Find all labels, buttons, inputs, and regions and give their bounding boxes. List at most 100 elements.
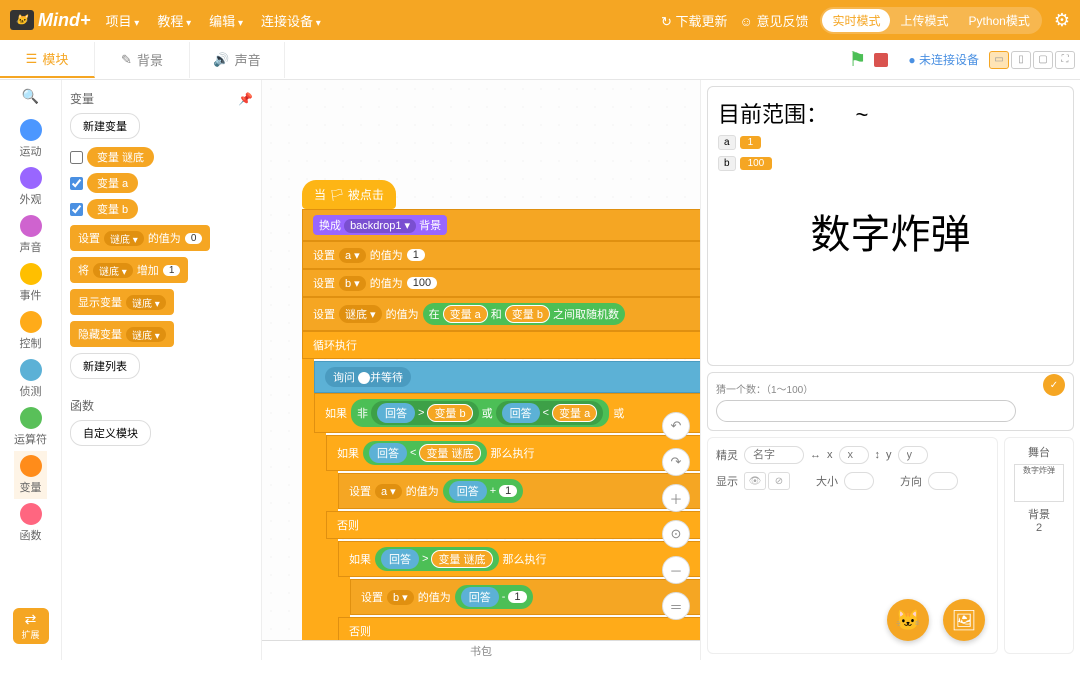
category-rail: 🔍 运动外观声音事件控制侦测运算符变量函数 ⇄扩展	[0, 80, 62, 660]
sprite-x-input[interactable]	[839, 446, 869, 464]
block-switch-backdrop1[interactable]: 换成 backdrop1 ▾ 背景	[302, 209, 700, 241]
feedback-link[interactable]: 意见反馈	[740, 11, 809, 30]
menu-project[interactable]: 项目	[106, 11, 140, 30]
block-set-b-answer[interactable]: 设置b ▾的值为回答 - 1	[350, 579, 700, 615]
stage-preview: 目前范围： ~ a1 b100 数字炸弹	[707, 86, 1074, 366]
category-运算符[interactable]: 运算符	[14, 403, 47, 451]
download-link[interactable]: 下载更新	[661, 11, 728, 30]
zoom-in-icon[interactable]: ＋	[662, 484, 690, 512]
script-stack[interactable]: 当 🏳 被点击 换成 backdrop1 ▾ 背景 设置a ▾的值为1 设置b …	[302, 180, 700, 660]
logo: 🐱Mind+	[10, 10, 91, 31]
undo-icon[interactable]: ↶	[662, 412, 690, 440]
view-hide[interactable]: ▢	[1033, 51, 1053, 69]
stage-var-b: b100	[718, 156, 1063, 171]
category-侦测[interactable]: 侦测	[14, 355, 47, 403]
add-sprite-icon[interactable]: 🐱	[887, 599, 929, 641]
category-声音[interactable]: 声音	[14, 211, 47, 259]
block-forever[interactable]: 循环执行	[302, 331, 700, 359]
block-set-a-1[interactable]: 设置a ▾的值为1	[302, 241, 700, 269]
connection-status: 未连接设备	[908, 51, 979, 68]
var-check-a[interactable]: 变量 a	[70, 173, 253, 193]
script-canvas[interactable]: 当 🏳 被点击 换成 backdrop1 ▾ 背景 设置a ▾的值为1 设置b …	[262, 80, 700, 660]
block-else1[interactable]: 否则	[326, 511, 700, 539]
block-change-var[interactable]: 将谜底 ▾增加1	[70, 257, 188, 283]
right-panel: 目前范围： ~ a1 b100 数字炸弹 猜一个数：（1～100） ✓ 精灵 ↔…	[700, 80, 1080, 660]
green-flag-icon[interactable]: ⚑	[848, 47, 866, 72]
palette-header-vars: 变量 📌	[70, 90, 253, 107]
sound-icon: 🔊	[213, 52, 229, 68]
brush-icon: ✎	[121, 52, 132, 68]
sprite-panel: 精灵 ↔x ↕y 显示 👁⊘ 大小 方向 🐱 🖼 舞台 数字炸弹 背	[707, 437, 1074, 654]
run-controls: ⚑	[848, 47, 888, 72]
logo-icon: 🐱	[10, 10, 34, 30]
search-icon[interactable]: 🔍	[22, 88, 39, 105]
stage-var-a: a1	[718, 135, 1063, 150]
menu-edit[interactable]: 编辑	[209, 11, 243, 30]
hide-sprite-icon[interactable]: ⊘	[768, 472, 790, 490]
redo-icon[interactable]: ↷	[662, 448, 690, 476]
ask-prompt-box: 猜一个数：（1～100） ✓	[707, 372, 1074, 431]
block-if-not-range[interactable]: 如果非 回答 > 变量 b 或 回答 < 变量 a 或	[314, 393, 700, 433]
block-set-b-100[interactable]: 设置b ▾的值为100	[302, 269, 700, 297]
mode-switch: 实时模式 上传模式 Python模式	[820, 7, 1041, 34]
settings-icon[interactable]: ⚙	[1054, 10, 1070, 31]
zoom-reset-icon[interactable]: ⊙	[662, 520, 690, 548]
sprite-name-input[interactable]	[744, 446, 804, 464]
mode-realtime[interactable]: 实时模式	[822, 9, 890, 32]
block-if-lt-midi[interactable]: 如果回答 < 变量 谜底那么执行	[326, 435, 700, 471]
view-fullscreen[interactable]: ⛶	[1055, 51, 1075, 69]
view-large[interactable]: ▯	[1011, 51, 1031, 69]
var-check-midi[interactable]: 变量 谜底	[70, 147, 253, 167]
palette-header-func: 函数	[70, 397, 253, 414]
new-list-button[interactable]: 新建列表	[70, 353, 140, 379]
block-hide-var[interactable]: 隐藏变量谜底 ▾	[70, 321, 174, 347]
category-控制[interactable]: 控制	[14, 307, 47, 355]
add-backdrop-icon[interactable]: 🖼	[943, 599, 985, 641]
tab-blocks[interactable]: ☰模块	[0, 42, 95, 78]
stage-view-buttons: ▭ ▯ ▢ ⛶	[989, 51, 1075, 69]
block-set-a-answer[interactable]: 设置a ▾的值为回答 + 1	[338, 473, 700, 509]
block-if-gt-midi[interactable]: 如果回答 > 变量 谜底那么执行	[338, 541, 700, 577]
ask-submit-icon[interactable]: ✓	[1043, 374, 1065, 396]
category-事件[interactable]: 事件	[14, 259, 47, 307]
pin-icon[interactable]: 📌	[238, 92, 253, 106]
block-set-midi-random[interactable]: 设置谜底 ▾的值为在变量 a和变量 b之间取随机数	[302, 297, 700, 331]
blocks-icon: ☰	[26, 51, 38, 67]
sprite-info: 精灵 ↔x ↕y 显示 👁⊘ 大小 方向 🐱 🖼	[707, 437, 998, 654]
stage-thumb-img: 数字炸弹	[1014, 464, 1064, 502]
stage-thumbnail-panel[interactable]: 舞台 数字炸弹 背景 2	[1004, 437, 1074, 654]
category-外观[interactable]: 外观	[14, 163, 47, 211]
menu-tutorial[interactable]: 教程	[157, 11, 191, 30]
extensions-button[interactable]: ⇄扩展	[13, 608, 49, 644]
top-bar: 🐱Mind+ 项目 教程 编辑 连接设备 下载更新 意见反馈 实时模式 上传模式…	[0, 0, 1080, 40]
new-variable-button[interactable]: 新建变量	[70, 113, 140, 139]
ask-input[interactable]	[716, 400, 1016, 422]
stage-range-label: 目前范围： ~	[718, 97, 1063, 129]
backpack-bar[interactable]: 书包	[262, 640, 700, 660]
hat-when-flag[interactable]: 当 🏳 被点击	[302, 180, 396, 209]
category-运动[interactable]: 运动	[14, 115, 47, 163]
zoom-out-icon[interactable]: －	[662, 556, 690, 584]
ask-prompt-text: 猜一个数：（1～100）	[716, 381, 1065, 396]
category-变量[interactable]: 变量	[14, 451, 47, 499]
sprite-dir-input[interactable]	[928, 472, 958, 490]
menu-connect[interactable]: 连接设备	[261, 11, 321, 30]
block-show-var[interactable]: 显示变量谜底 ▾	[70, 289, 174, 315]
block-set-var[interactable]: 设置谜底 ▾的值为0	[70, 225, 210, 251]
category-函数[interactable]: 函数	[14, 499, 47, 547]
var-check-b[interactable]: 变量 b	[70, 199, 253, 219]
view-small[interactable]: ▭	[989, 51, 1009, 69]
block-ask[interactable]: 询问 并等待	[314, 361, 700, 393]
mode-upload[interactable]: 上传模式	[890, 9, 958, 32]
sprite-y-input[interactable]	[898, 446, 928, 464]
topbar-right: 下载更新 意见反馈 实时模式 上传模式 Python模式 ⚙	[661, 7, 1070, 34]
center-icon[interactable]: ＝	[662, 592, 690, 620]
tab-backdrops[interactable]: ✎背景	[95, 42, 190, 78]
show-sprite-icon[interactable]: 👁	[744, 472, 766, 490]
tab-sounds[interactable]: 🔊声音	[190, 42, 285, 78]
mode-python[interactable]: Python模式	[958, 9, 1039, 32]
sprite-size-input[interactable]	[844, 472, 874, 490]
stop-icon[interactable]	[874, 53, 888, 67]
custom-block-button[interactable]: 自定义模块	[70, 420, 151, 446]
tabs-row: ☰模块 ✎背景 🔊声音 ⚑ 未连接设备 ▭ ▯ ▢ ⛶	[0, 40, 1080, 80]
